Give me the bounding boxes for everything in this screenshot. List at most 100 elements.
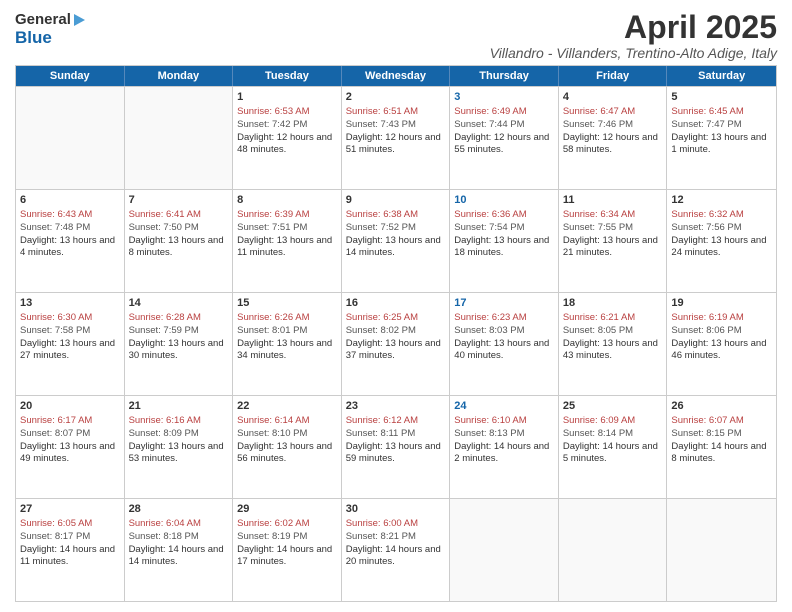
calendar-cell: 16Sunrise: 6:25 AMSunset: 8:02 PMDayligh… [342, 293, 451, 395]
sunset-text: Sunset: 7:47 PM [671, 119, 741, 130]
calendar-cell: 6Sunrise: 6:43 AMSunset: 7:48 PMDaylight… [16, 190, 125, 292]
sunset-text: Sunset: 8:06 PM [671, 325, 741, 336]
daylight-text: Daylight: 13 hours and 4 minutes. [20, 235, 115, 259]
calendar-cell: 20Sunrise: 6:17 AMSunset: 8:07 PMDayligh… [16, 396, 125, 498]
sunrise-text: Sunrise: 6:38 AM [346, 209, 418, 220]
daylight-text: Daylight: 13 hours and 37 minutes. [346, 338, 441, 362]
sunrise-text: Sunrise: 6:16 AM [129, 415, 201, 426]
day-number: 19 [671, 296, 772, 311]
month-title: April 2025 [490, 10, 777, 45]
calendar-cell: 28Sunrise: 6:04 AMSunset: 8:18 PMDayligh… [125, 499, 234, 601]
sunrise-text: Sunrise: 6:43 AM [20, 209, 92, 220]
day-number: 27 [20, 502, 120, 517]
sunset-text: Sunset: 7:54 PM [454, 222, 524, 233]
calendar-cell: 11Sunrise: 6:34 AMSunset: 7:55 PMDayligh… [559, 190, 668, 292]
daylight-text: Daylight: 13 hours and 59 minutes. [346, 441, 441, 465]
sunrise-text: Sunrise: 6:21 AM [563, 312, 635, 323]
sunset-text: Sunset: 7:46 PM [563, 119, 633, 130]
sunrise-text: Sunrise: 6:10 AM [454, 415, 526, 426]
calendar-body: 1Sunrise: 6:53 AMSunset: 7:42 PMDaylight… [16, 86, 776, 601]
calendar-cell: 9Sunrise: 6:38 AMSunset: 7:52 PMDaylight… [342, 190, 451, 292]
sunset-text: Sunset: 8:07 PM [20, 428, 90, 439]
sunrise-text: Sunrise: 6:28 AM [129, 312, 201, 323]
calendar-cell: 30Sunrise: 6:00 AMSunset: 8:21 PMDayligh… [342, 499, 451, 601]
sunset-text: Sunset: 7:43 PM [346, 119, 416, 130]
calendar-cell: 2Sunrise: 6:51 AMSunset: 7:43 PMDaylight… [342, 87, 451, 189]
calendar-cell [450, 499, 559, 601]
day-number: 21 [129, 399, 229, 414]
day-number: 1 [237, 90, 337, 105]
calendar-row-4: 20Sunrise: 6:17 AMSunset: 8:07 PMDayligh… [16, 395, 776, 498]
header: General Blue April 2025 Villandro - Vill… [15, 10, 777, 61]
calendar-cell: 4Sunrise: 6:47 AMSunset: 7:46 PMDaylight… [559, 87, 668, 189]
daylight-text: Daylight: 13 hours and 1 minute. [671, 132, 766, 156]
sunset-text: Sunset: 8:19 PM [237, 531, 307, 542]
calendar-row-1: 1Sunrise: 6:53 AMSunset: 7:42 PMDaylight… [16, 86, 776, 189]
calendar-header: SundayMondayTuesdayWednesdayThursdayFrid… [16, 66, 776, 86]
day-number: 4 [563, 90, 663, 105]
daylight-text: Daylight: 12 hours and 55 minutes. [454, 132, 549, 156]
calendar-cell: 23Sunrise: 6:12 AMSunset: 8:11 PMDayligh… [342, 396, 451, 498]
sunrise-text: Sunrise: 6:07 AM [671, 415, 743, 426]
day-number: 12 [671, 193, 772, 208]
calendar-row-5: 27Sunrise: 6:05 AM Sunset: 8:17 PM Dayligh… [16, 498, 776, 601]
sunset-text: Sunset: 8:11 PM [346, 428, 416, 439]
calendar-cell [16, 87, 125, 189]
calendar-cell [667, 499, 776, 601]
daylight-text: Daylight: 12 hours and 48 minutes. [237, 132, 332, 156]
daylight-text: Daylight: 13 hours and 56 minutes. [237, 441, 332, 465]
daylight-text: Daylight: 14 hours and 8 minutes. [671, 441, 766, 465]
sunset-text: Sunset: 7:50 PM [129, 222, 199, 233]
sunrise-text: Sunrise: 6:09 AM [563, 415, 635, 426]
sunset-text: Sunset: 8:18 PM [129, 531, 199, 542]
calendar-cell: 1Sunrise: 6:53 AMSunset: 7:42 PMDaylight… [233, 87, 342, 189]
day-number: 7 [129, 193, 229, 208]
day-number: 11 [563, 193, 663, 208]
day-number: 30 [346, 502, 446, 517]
sunset-text: Sunset: 8:13 PM [454, 428, 524, 439]
calendar-cell: 5Sunrise: 6:45 AMSunset: 7:47 PMDaylight… [667, 87, 776, 189]
sunset-text: Sunset: 7:58 PM [20, 325, 90, 336]
sunset-text: Sunset: 8:03 PM [454, 325, 524, 336]
daylight-text: Daylight: 13 hours and 49 minutes. [20, 441, 115, 465]
sunset-text: Sunset: 7:42 PM [237, 119, 307, 130]
calendar-cell: 18Sunrise: 6:21 AMSunset: 8:05 PMDayligh… [559, 293, 668, 395]
sunrise-text: Sunrise: 6:12 AM [346, 415, 418, 426]
calendar-cell: 12Sunrise: 6:32 AMSunset: 7:56 PMDayligh… [667, 190, 776, 292]
page: General Blue April 2025 Villandro - Vill… [0, 0, 792, 612]
sunset-text: Sunset: 8:02 PM [346, 325, 416, 336]
calendar-cell: 21Sunrise: 6:16 AMSunset: 8:09 PMDayligh… [125, 396, 234, 498]
sunrise-text: Sunrise: 6:17 AM [20, 415, 92, 426]
daylight-text: Daylight: 14 hours and 20 minutes. [346, 544, 441, 568]
sunset-text: Sunset: 7:44 PM [454, 119, 524, 130]
calendar: SundayMondayTuesdayWednesdayThursdayFrid… [15, 65, 777, 602]
sunset-text: Sunset: 7:51 PM [237, 222, 307, 233]
day-number: 2 [346, 90, 446, 105]
day-number: 24 [454, 399, 554, 414]
sunrise-text: Sunrise: 6:23 AM [454, 312, 526, 323]
calendar-cell: 17Sunrise: 6:23 AMSunset: 8:03 PMDayligh… [450, 293, 559, 395]
sunrise-text: Sunrise: 6:45 AM [671, 106, 743, 117]
calendar-cell: 7Sunrise: 6:41 AMSunset: 7:50 PMDaylight… [125, 190, 234, 292]
daylight-text: Daylight: 13 hours and 24 minutes. [671, 235, 766, 259]
header-day-friday: Friday [559, 66, 668, 86]
calendar-row-3: 13Sunrise: 6:30 AMSunset: 7:58 PMDayligh… [16, 292, 776, 395]
daylight-text: Daylight: 14 hours and 2 minutes. [454, 441, 549, 465]
day-number: 26 [671, 399, 772, 414]
calendar-cell: 22Sunrise: 6:14 AMSunset: 8:10 PMDayligh… [233, 396, 342, 498]
calendar-cell: 10Sunrise: 6:36 AMSunset: 7:54 PMDayligh… [450, 190, 559, 292]
sunset-text: Sunset: 8:17 PM [20, 531, 90, 542]
logo-general: General [15, 12, 85, 29]
calendar-cell: 25Sunrise: 6:09 AMSunset: 8:14 PMDayligh… [559, 396, 668, 498]
calendar-cell: 19Sunrise: 6:19 AMSunset: 8:06 PMDayligh… [667, 293, 776, 395]
sunset-text: Sunset: 7:59 PM [129, 325, 199, 336]
header-day-thursday: Thursday [450, 66, 559, 86]
sunrise-text: Sunrise: 6:14 AM [237, 415, 309, 426]
sunrise-text: Sunrise: 6:02 AM [237, 518, 309, 529]
sunset-text: Sunset: 8:05 PM [563, 325, 633, 336]
calendar-cell: 15Sunrise: 6:26 AMSunset: 8:01 PMDayligh… [233, 293, 342, 395]
sunrise-text: Sunrise: 6:47 AM [563, 106, 635, 117]
sunrise-text: Sunrise: 6:39 AM [237, 209, 309, 220]
sunrise-text: Sunrise: 6:05 AM [20, 518, 92, 529]
calendar-cell: 27Sunrise: 6:05 AMSunset: 8:17 PMDayligh… [16, 499, 125, 601]
